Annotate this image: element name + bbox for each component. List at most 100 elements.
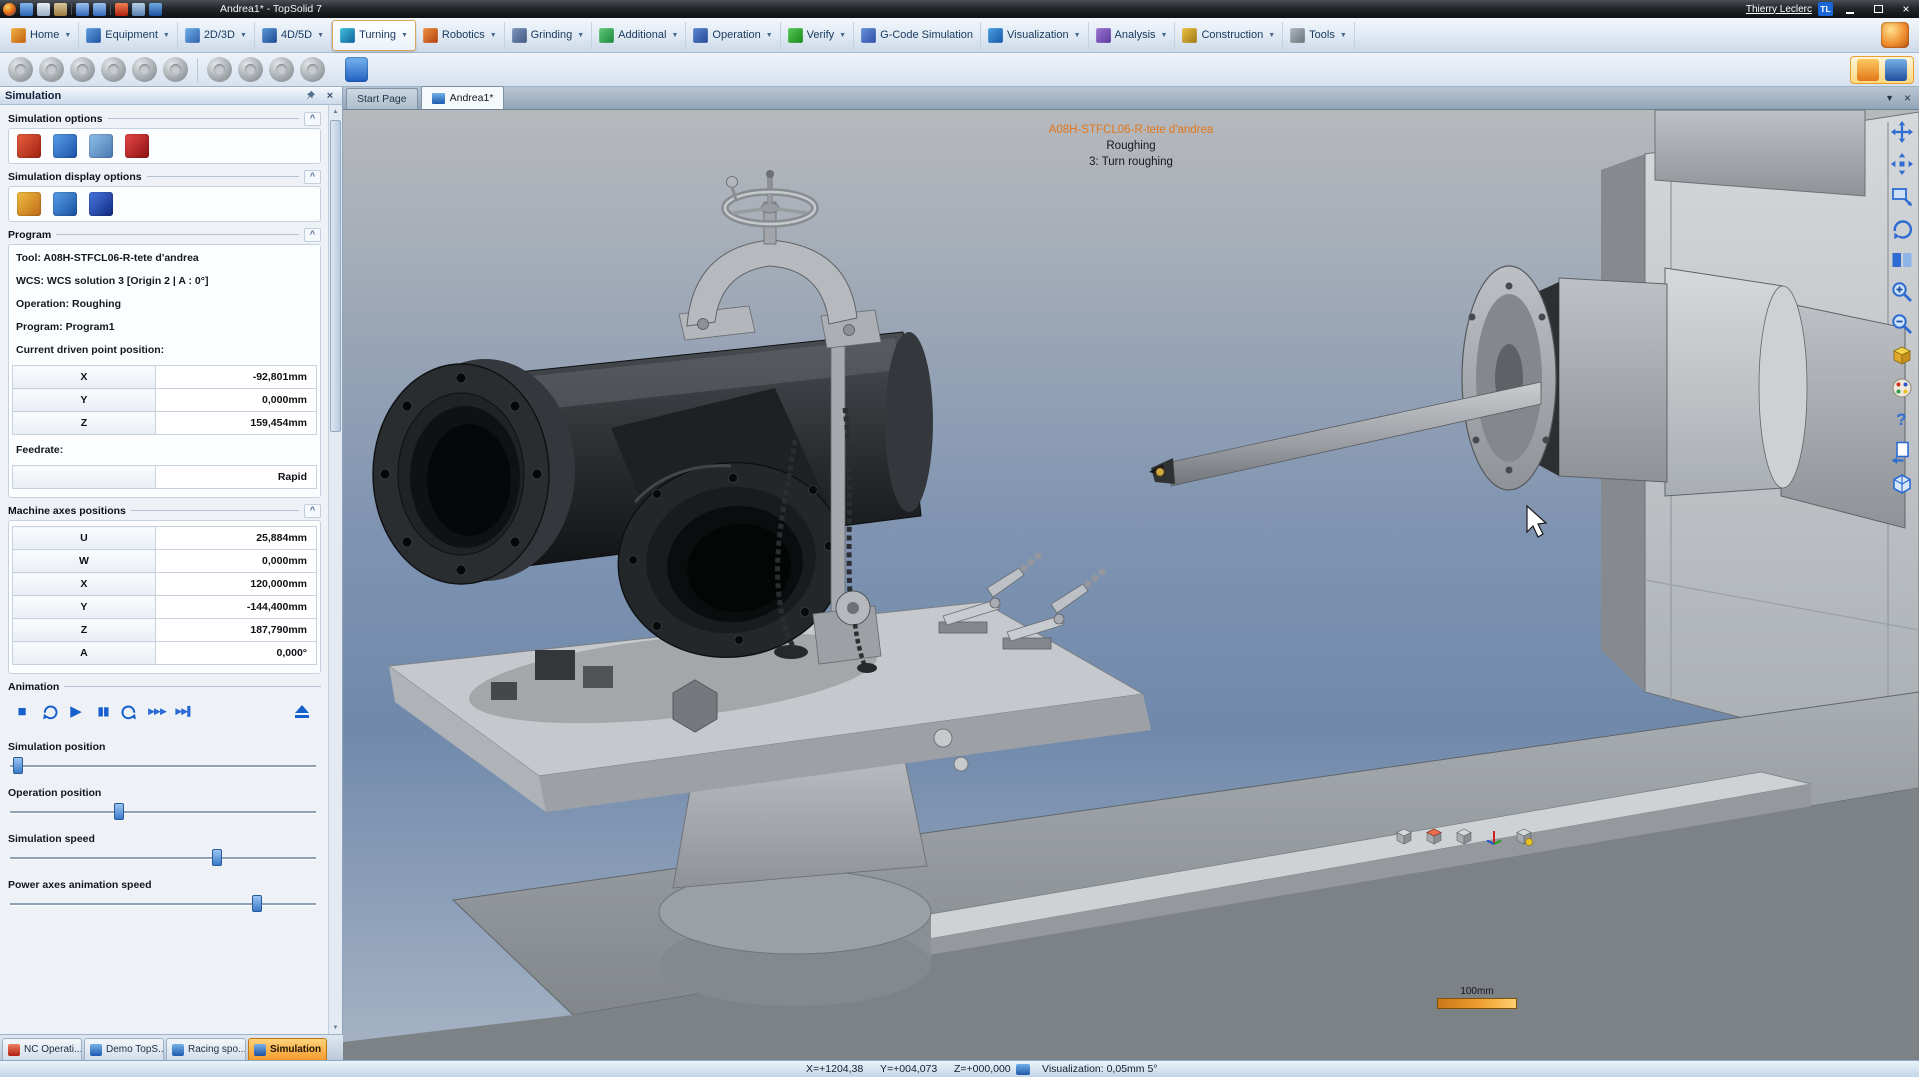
slider-thumb[interactable] <box>114 803 124 820</box>
chevron-down-icon[interactable]: ▼ <box>1074 32 1081 39</box>
chevron-down-icon[interactable]: ▼ <box>766 32 773 39</box>
chevron-down-icon[interactable]: ▼ <box>163 32 170 39</box>
chevron-down-icon[interactable]: ▼ <box>490 32 497 39</box>
tab-visualization[interactable]: Visualization▼ <box>981 22 1089 49</box>
tab-close-icon[interactable]: × <box>1904 91 1911 105</box>
scroll-down-icon[interactable]: ▼ <box>329 1021 342 1034</box>
material-removal-icon[interactable] <box>1885 59 1907 81</box>
tab-tools[interactable]: Tools▼ <box>1283 22 1355 49</box>
view-cube-icon[interactable] <box>1393 826 1414 847</box>
view-cube-wire-icon[interactable] <box>1453 826 1474 847</box>
collapse-icon[interactable]: ^ <box>304 504 321 518</box>
previous-view-icon[interactable] <box>1888 438 1915 465</box>
zoom-window-icon[interactable] <box>1888 182 1915 209</box>
chevron-down-icon[interactable]: ▼ <box>1340 32 1347 39</box>
machine-display-icon[interactable] <box>89 134 113 158</box>
user-name-link[interactable]: Thierry Leclerc <box>1746 4 1812 15</box>
facing-icon[interactable] <box>70 57 95 82</box>
operation-position-slider[interactable] <box>10 803 316 821</box>
tab-start-page[interactable]: Start Page <box>346 88 418 109</box>
panel-scrollbar[interactable]: ▲ ▼ <box>328 105 342 1034</box>
tab-gcode-simulation[interactable]: G-Code Simulation <box>854 22 981 49</box>
viewport-3d[interactable]: A08H-STFCL06-R-tete d'andrea Roughing 3:… <box>343 110 1919 1060</box>
assistance-icon[interactable] <box>1881 22 1909 48</box>
export-icon[interactable] <box>132 3 145 16</box>
go-to-end-icon[interactable]: ▶▶▌ <box>174 700 194 722</box>
tab-4d5d[interactable]: 4D/5D▼ <box>255 22 332 49</box>
tab-grinding[interactable]: Grinding▼ <box>505 22 593 49</box>
bottom-tab-racing[interactable]: Racing spo... <box>166 1038 246 1060</box>
tab-andrea1[interactable]: Andrea1* <box>421 86 505 109</box>
standard-views-icon[interactable] <box>1888 342 1915 369</box>
chevron-down-icon[interactable]: ▼ <box>240 32 247 39</box>
verify-mode-icon[interactable] <box>53 134 77 158</box>
view-cube-section-icon[interactable] <box>1423 826 1444 847</box>
stock-definition-icon[interactable] <box>345 57 368 82</box>
topsolid-logo-icon[interactable] <box>3 3 16 16</box>
pause-icon[interactable]: ▮▮ <box>93 700 113 722</box>
tool-display-icon[interactable] <box>17 192 41 216</box>
slider-thumb[interactable] <box>252 895 262 912</box>
driven-point-display-icon[interactable] <box>89 192 113 216</box>
simulation-position-slider[interactable] <box>10 757 316 775</box>
copy-icon[interactable] <box>37 3 50 16</box>
chevron-down-icon[interactable]: ▼ <box>671 32 678 39</box>
contouring-icon[interactable] <box>101 57 126 82</box>
slider-thumb[interactable] <box>212 849 222 866</box>
turning-roughing-icon[interactable] <box>8 57 33 82</box>
chevron-down-icon[interactable]: ▼ <box>1161 32 1168 39</box>
axes-triad-icon[interactable] <box>1483 826 1504 847</box>
chevron-down-icon[interactable]: ▼ <box>1268 32 1275 39</box>
render-mode-icon[interactable] <box>1888 374 1915 401</box>
view-cube-shaded-icon[interactable] <box>1513 826 1534 847</box>
tab-2d3d[interactable]: 2D/3D▼ <box>178 22 255 49</box>
tab-equipment[interactable]: Equipment▼ <box>79 22 178 49</box>
collapse-icon[interactable]: ^ <box>304 170 321 184</box>
zoom-out-icon[interactable] <box>1888 310 1915 337</box>
chevron-down-icon[interactable]: ▼ <box>64 32 71 39</box>
slider-thumb[interactable] <box>13 757 23 774</box>
maximize-button[interactable] <box>1867 1 1889 17</box>
tab-additional[interactable]: Additional▼ <box>592 22 686 49</box>
step-forward-icon[interactable] <box>120 700 140 722</box>
chevron-down-icon[interactable]: ▼ <box>577 32 584 39</box>
rotate-view-icon[interactable] <box>1888 214 1915 241</box>
pan-icon[interactable] <box>1888 118 1915 145</box>
eject-icon[interactable] <box>295 705 309 718</box>
scroll-up-icon[interactable]: ▲ <box>329 105 342 118</box>
collision-check-icon[interactable] <box>125 134 149 158</box>
tab-robotics[interactable]: Robotics▼ <box>416 22 505 49</box>
drilling-icon[interactable] <box>207 57 232 82</box>
pin-icon[interactable] <box>303 89 317 103</box>
grooving-icon[interactable] <box>132 57 157 82</box>
bottom-tab-simulation[interactable]: Simulation <box>248 1038 327 1060</box>
panel-close-icon[interactable]: × <box>323 89 337 103</box>
balanced-turning-icon[interactable] <box>269 57 294 82</box>
minimize-button[interactable] <box>1839 1 1861 17</box>
tab-list-chevron-icon[interactable]: ▼ <box>1885 93 1894 103</box>
close-button[interactable]: × <box>1895 1 1917 17</box>
scrollbar-thumb[interactable] <box>330 120 341 432</box>
bottom-tab-demo[interactable]: Demo TopS... <box>84 1038 164 1060</box>
tab-construction[interactable]: Construction▼ <box>1175 22 1283 49</box>
macro-icon[interactable] <box>115 3 128 16</box>
machining-simulation-icon[interactable] <box>1857 59 1879 81</box>
collapse-icon[interactable]: ^ <box>304 228 321 242</box>
redo-icon[interactable] <box>93 3 106 16</box>
fast-forward-icon[interactable]: ▶▶▶ <box>147 700 167 722</box>
tab-turning[interactable]: Turning▼ <box>332 20 416 51</box>
zoom-in-icon[interactable] <box>1888 278 1915 305</box>
split-view-icon[interactable] <box>1888 246 1915 273</box>
help-icon[interactable]: ? <box>1888 406 1915 433</box>
chevron-down-icon[interactable]: ▼ <box>401 32 408 39</box>
3d-scene[interactable] <box>343 110 1919 1060</box>
new-document-icon[interactable] <box>149 3 162 16</box>
power-axes-speed-slider[interactable] <box>10 895 316 913</box>
threading-icon[interactable] <box>163 57 188 82</box>
parting-off-icon[interactable] <box>238 57 263 82</box>
view-orientation-icon[interactable] <box>1888 470 1915 497</box>
collapse-icon[interactable]: ^ <box>304 112 321 126</box>
stop-icon[interactable]: ■ <box>12 700 32 722</box>
step-back-icon[interactable] <box>39 700 59 722</box>
user-avatar[interactable]: TL <box>1818 2 1833 16</box>
